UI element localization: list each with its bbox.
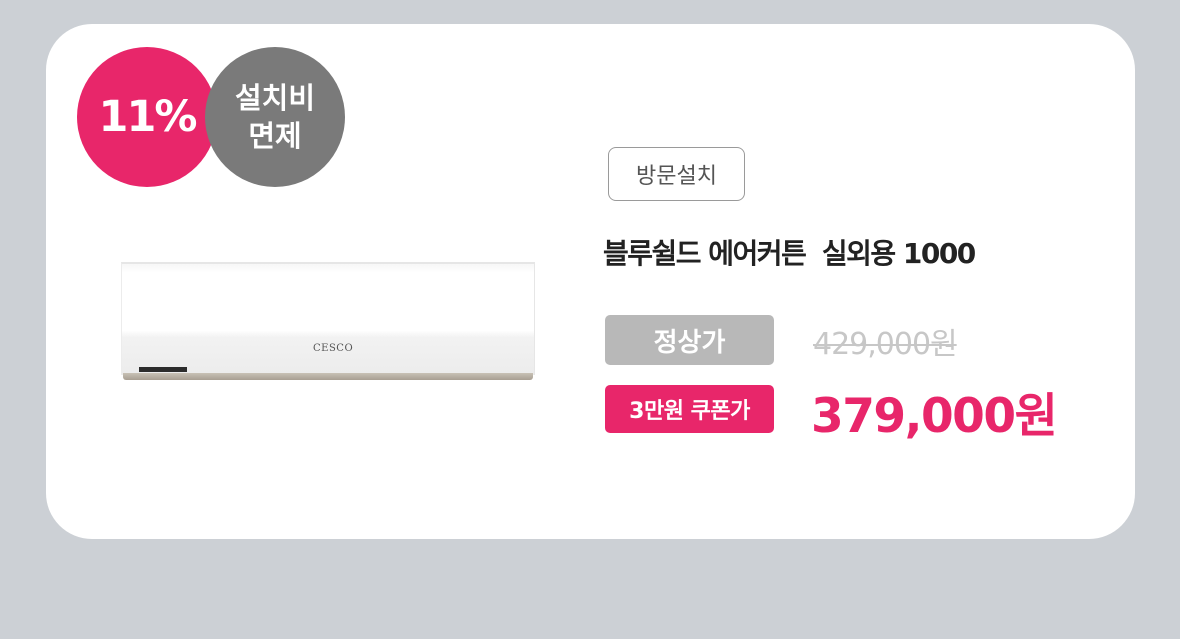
regular-price: 429,000원 [813, 327, 958, 362]
coupon-price: 379,000원 [811, 389, 1058, 444]
visit-install-tag-label: 방문설치 [636, 164, 717, 189]
visit-install-tag: 방문설치 [608, 147, 745, 201]
product-image[interactable]: CESCO [121, 262, 535, 382]
install-badge-line1: 설치비 [234, 81, 316, 115]
install-fee-waived-badge: 설치비 면제 [205, 47, 345, 187]
product-title[interactable]: 블루쉴드 에어커튼 실외용 1000 [603, 232, 976, 272]
product-brand-logo: CESCO [313, 343, 354, 354]
discount-badge-text: 11% [98, 92, 198, 142]
install-badge-line2: 면제 [248, 119, 302, 153]
coupon-price-label-text: 3만원 쿠폰가 [629, 399, 750, 424]
air-curtain-base [123, 373, 533, 380]
discount-badge: 11% [77, 47, 217, 187]
coupon-price-label: 3만원 쿠폰가 [605, 385, 774, 433]
regular-price-label-text: 정상가 [653, 327, 726, 358]
air-curtain-vent [139, 367, 187, 372]
air-curtain-body [121, 262, 535, 375]
regular-price-label: 정상가 [605, 315, 774, 365]
